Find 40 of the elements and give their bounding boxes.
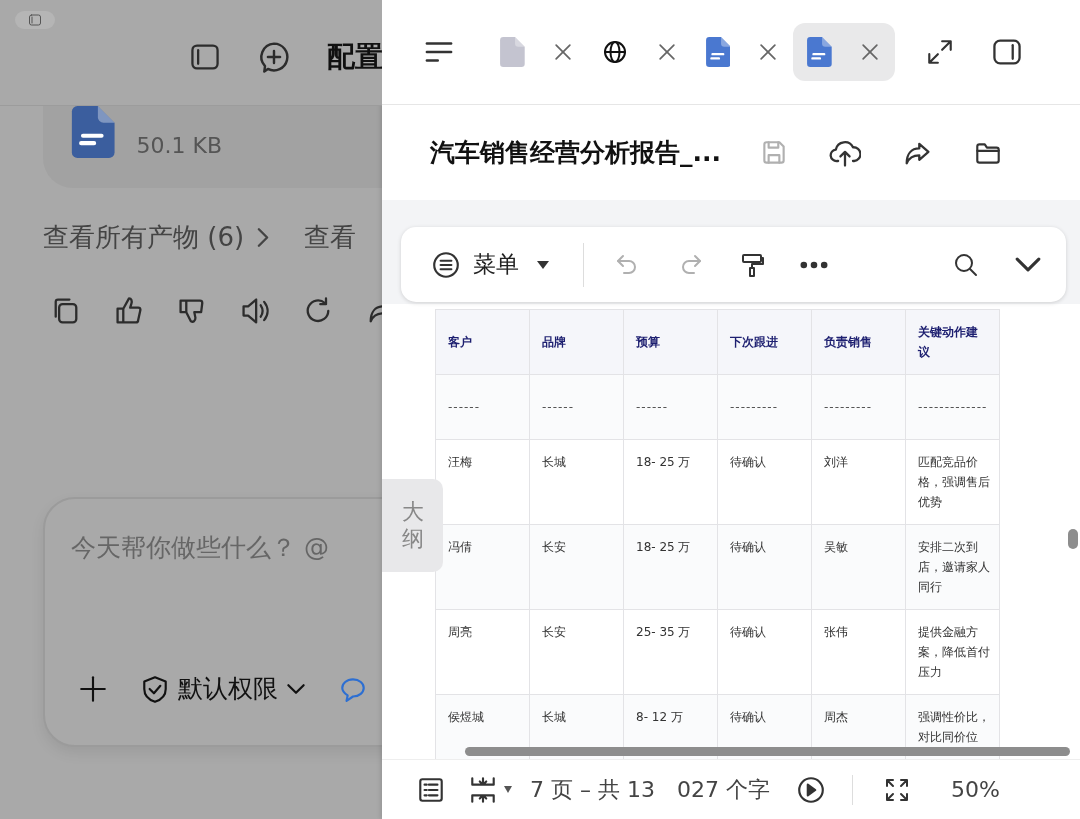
- table-cell: 18- 25 万: [623, 439, 718, 525]
- column-header: 品牌: [529, 309, 624, 375]
- chat-title: 配置: [327, 39, 382, 75]
- table-cell: 待确认: [717, 524, 812, 610]
- menu-button[interactable]: 菜单: [431, 249, 549, 280]
- view-link[interactable]: 查看所有产物 (6): [43, 220, 275, 255]
- table-cell: 18- 25 万: [623, 524, 718, 610]
- table-cell: 张伟: [811, 609, 906, 695]
- table-cell: ------: [529, 374, 624, 440]
- table-cell: ------: [435, 374, 530, 440]
- view-link[interactable]: 查看: [304, 220, 357, 255]
- message-composer[interactable]: 今天帮你做些什么？ @ 默认权限: [43, 497, 382, 747]
- table-cell: 吴敏: [811, 524, 906, 610]
- table-cell: 安排二次到店，邀请家人同行: [905, 524, 1000, 610]
- page-count: 7 页 – 共 13: [530, 775, 655, 804]
- table-cell: ---------: [717, 374, 812, 440]
- table-cell: 匹配竞品价格，强调售后优势: [905, 439, 1000, 525]
- table-cell: ------: [623, 374, 718, 440]
- zoom-level[interactable]: 50%: [950, 777, 1000, 802]
- table-cell: 周亮: [435, 609, 530, 695]
- column-header: 预算: [623, 309, 718, 375]
- table-cell: ---------: [811, 374, 906, 440]
- file-size: 50.1 KB: [136, 133, 223, 158]
- word-count: 027 个字: [676, 775, 770, 804]
- table-cell: 长安: [529, 524, 624, 610]
- table-cell: 待确认: [717, 439, 812, 525]
- permission-selector[interactable]: 默认权限: [140, 672, 306, 705]
- table-cell: 25- 35 万: [623, 609, 718, 695]
- table-cell: 提供金融方案，降低首付压力: [905, 609, 1000, 695]
- table-cell: 待确认: [717, 609, 812, 695]
- column-header: 负责销售: [811, 309, 906, 375]
- table-cell: 长城: [529, 439, 624, 525]
- column-header: 下次跟进: [717, 309, 812, 375]
- table-cell: 长安: [529, 609, 624, 695]
- column-header: 客户: [435, 309, 530, 375]
- table-cell: -------------: [905, 374, 1000, 440]
- column-header: 关键动作建议: [905, 309, 1000, 375]
- table-cell: 刘洋: [811, 439, 906, 525]
- document-title: 汽车销售经营分析报告_...: [430, 137, 721, 169]
- table-cell: 冯倩: [435, 524, 530, 610]
